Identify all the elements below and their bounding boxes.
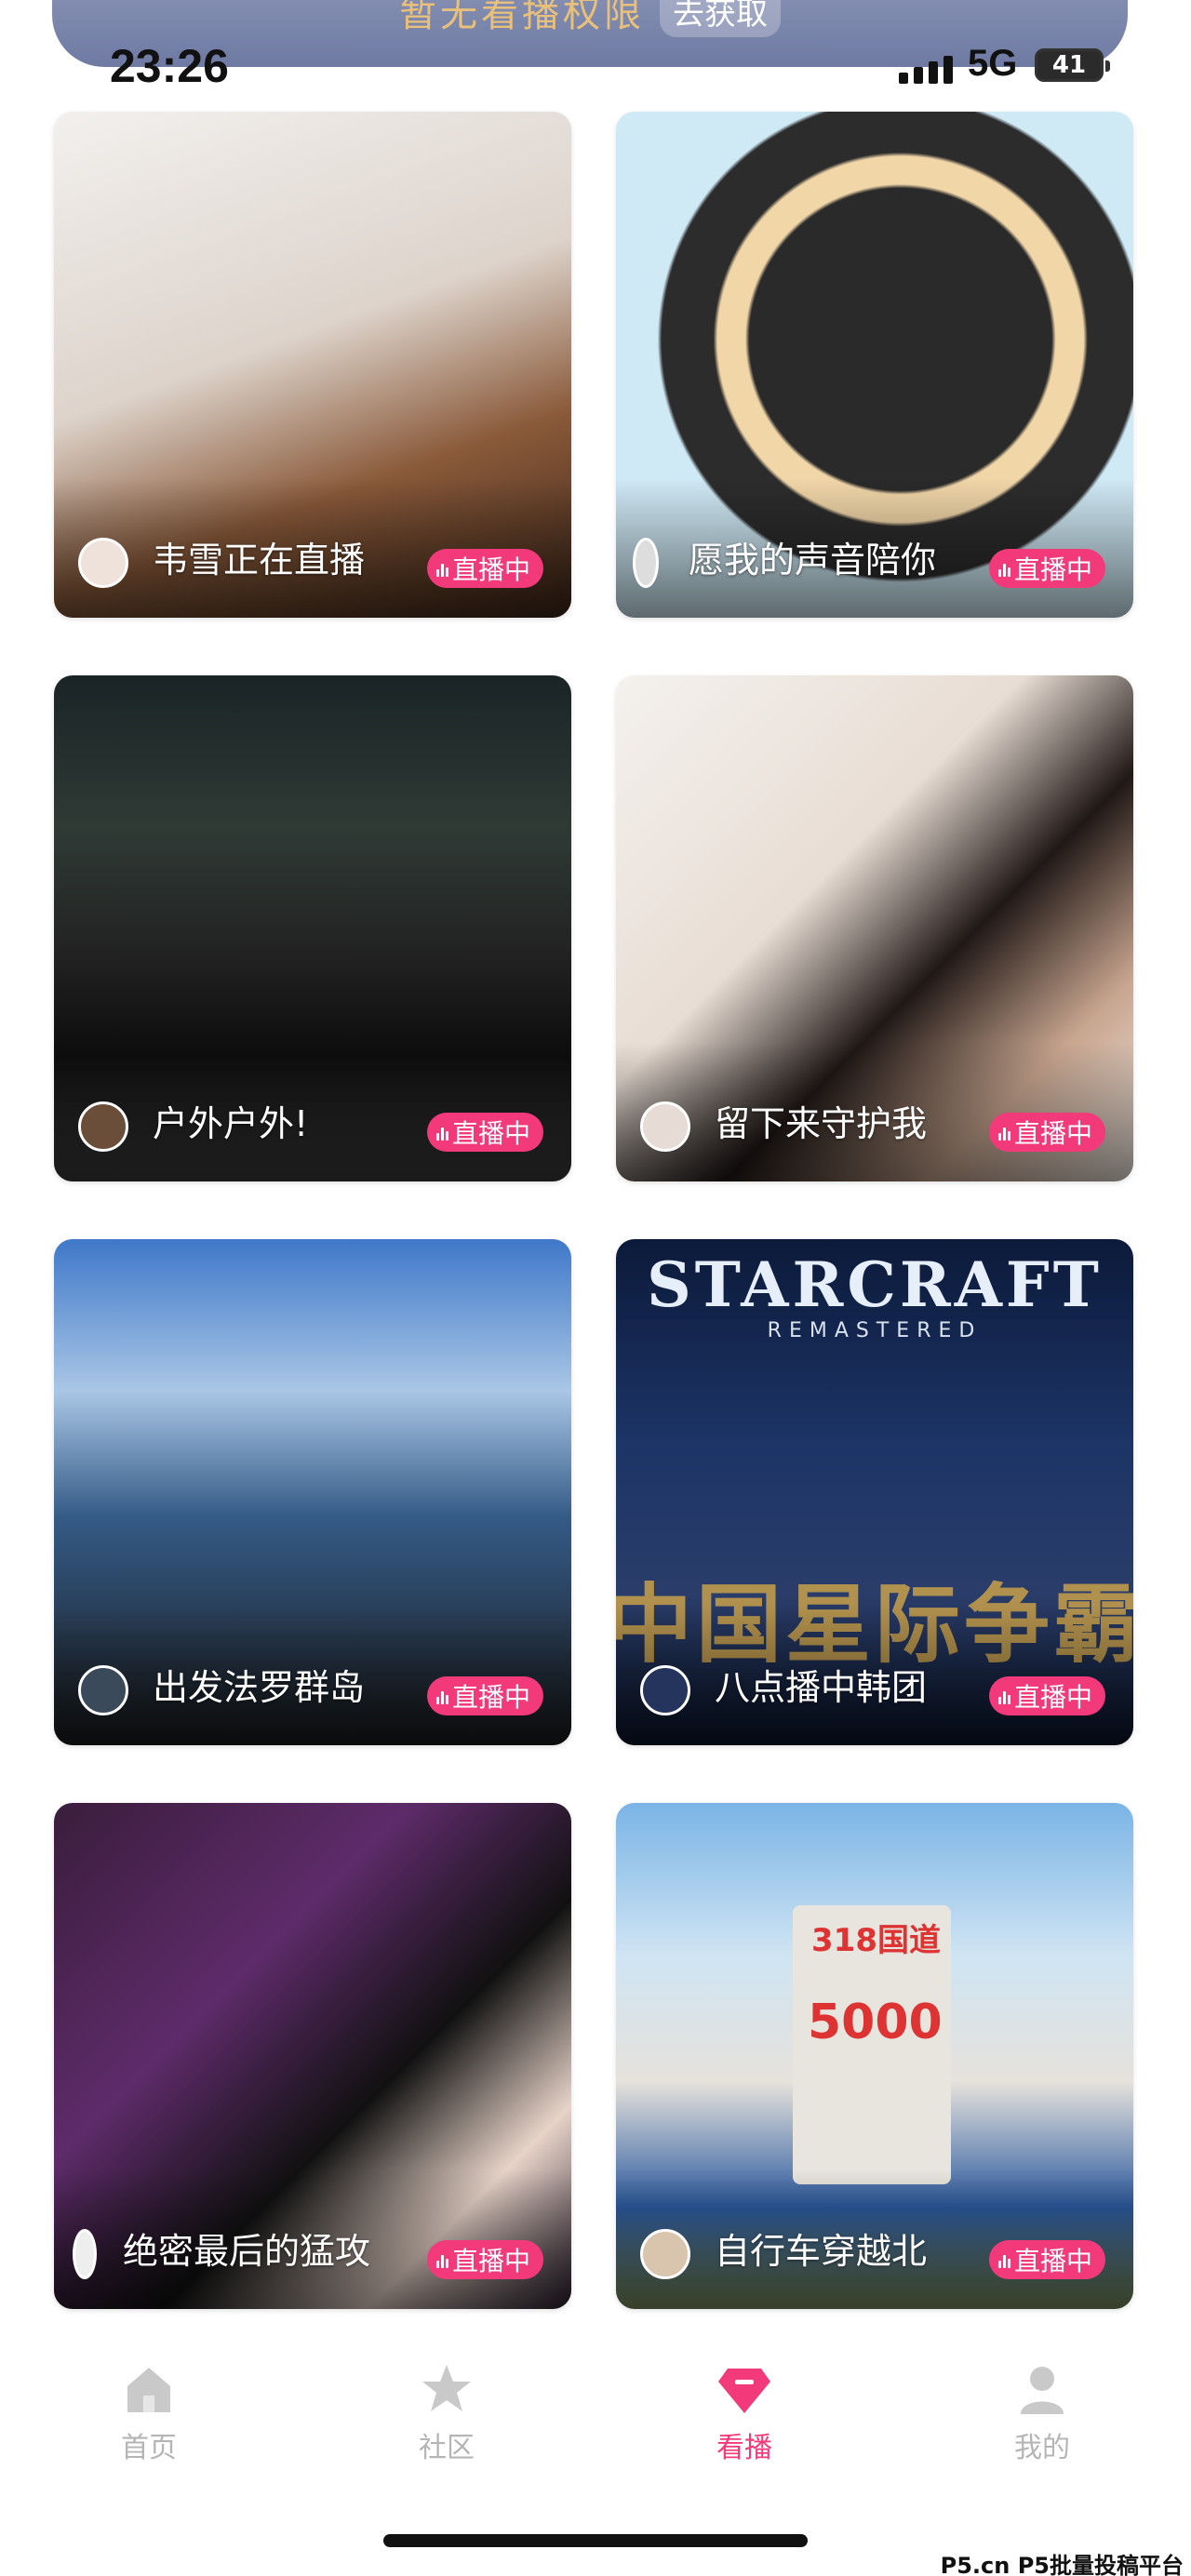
streamer-avatar (78, 538, 128, 588)
sound-wave-icon (997, 1124, 1010, 1141)
live-status-badge: 直播中 (426, 2240, 543, 2279)
sound-wave-icon (997, 1688, 1010, 1704)
sound-wave-icon (435, 560, 448, 577)
streamer-avatar (78, 1665, 128, 1715)
bottom-tab-bar: 首页 社区 看播 我的 (0, 2326, 1191, 2493)
live-title: 出发法罗群岛 (153, 1667, 366, 1708)
star-icon (419, 2361, 475, 2417)
streamer-avatar (78, 1101, 128, 1152)
sound-wave-icon (435, 1124, 448, 1141)
road-sign-label: 318国道 (811, 1922, 941, 1959)
tab-label: 看播 (716, 2432, 772, 2464)
live-title: 自行车穿越北 (715, 2231, 928, 2272)
live-title: 韦雪正在直播 (153, 540, 366, 581)
live-title: 留下来守护我 (715, 1103, 928, 1144)
live-room-grid: 韦雪正在直播 直播中 愿我的声音陪你 直播中 户外户外! 直播中 留下来守护我 (54, 112, 1133, 2309)
streamer-avatar (633, 538, 659, 588)
live-card[interactable]: 韦雪正在直播 直播中 (54, 112, 571, 618)
tab-home[interactable]: 首页 (0, 2326, 298, 2493)
tab-watch-live[interactable]: 看播 (596, 2326, 893, 2493)
road-sign-km: 5000 (808, 1995, 943, 2050)
live-title: 户外户外! (153, 1103, 309, 1144)
live-card[interactable]: 愿我的声音陪你 直播中 (616, 112, 1133, 618)
tab-label: 首页 (121, 2432, 177, 2464)
status-bar: 23:26 5G 41 (0, 33, 1191, 100)
streamer-avatar (640, 1101, 690, 1152)
banner-text: 暂无看播权限 (399, 0, 645, 35)
live-status-badge: 直播中 (988, 549, 1105, 588)
live-card[interactable]: 留下来守护我 直播中 (616, 675, 1133, 1181)
live-gem-icon (716, 2361, 772, 2417)
live-status-badge: 直播中 (988, 1113, 1105, 1152)
sound-wave-icon (997, 560, 1010, 577)
live-title: 八点播中韩团 (715, 1667, 928, 1708)
sound-wave-icon (435, 2251, 448, 2268)
streamer-avatar (640, 2229, 690, 2279)
streamer-avatar (640, 1665, 690, 1715)
tab-label: 我的 (1014, 2432, 1070, 2464)
live-status-badge: 直播中 (426, 1113, 543, 1152)
live-status-badge: 直播中 (988, 1676, 1105, 1715)
watermark: P5.cn P5批量投稿平台 (940, 2553, 1184, 2576)
home-indicator[interactable] (383, 2534, 808, 2547)
live-card[interactable]: STARCRAFT REMASTERED 中国星际争霸 八点播中韩团 直播中 (616, 1239, 1133, 1745)
profile-icon (1014, 2361, 1070, 2417)
live-title: 绝密最后的猛攻 (123, 2231, 371, 2272)
get-permission-button[interactable]: 去获取 (660, 0, 781, 37)
network-type: 5G (968, 43, 1018, 84)
live-card[interactable]: 绝密最后的猛攻 直播中 (54, 1803, 571, 2309)
status-time: 23:26 (110, 40, 229, 92)
streamer-avatar (73, 2229, 97, 2279)
live-status-badge: 直播中 (988, 2240, 1105, 2279)
home-icon (121, 2361, 177, 2417)
battery-icon: 41 (1035, 48, 1110, 82)
live-status-badge: 直播中 (426, 1676, 543, 1715)
sound-wave-icon (435, 1688, 448, 1704)
battery-level: 41 (1051, 51, 1087, 79)
road-sign: 318国道 5000 (793, 1905, 951, 2184)
sound-wave-icon (997, 2251, 1010, 2268)
signal-icon (899, 56, 953, 84)
live-card[interactable]: 出发法罗群岛 直播中 (54, 1239, 571, 1745)
tab-community[interactable]: 社区 (298, 2326, 596, 2493)
tab-label: 社区 (419, 2432, 475, 2464)
live-status-badge: 直播中 (426, 549, 543, 588)
live-card[interactable]: 户外户外! 直播中 (54, 675, 571, 1181)
live-card[interactable]: 318国道 5000 自行车穿越北 直播中 (616, 1803, 1133, 2309)
starcraft-logo: STARCRAFT (647, 1248, 1103, 1321)
live-title: 愿我的声音陪你 (689, 540, 937, 581)
starcraft-logo-sub: REMASTERED (767, 1319, 983, 1342)
tab-profile[interactable]: 我的 (893, 2326, 1191, 2493)
